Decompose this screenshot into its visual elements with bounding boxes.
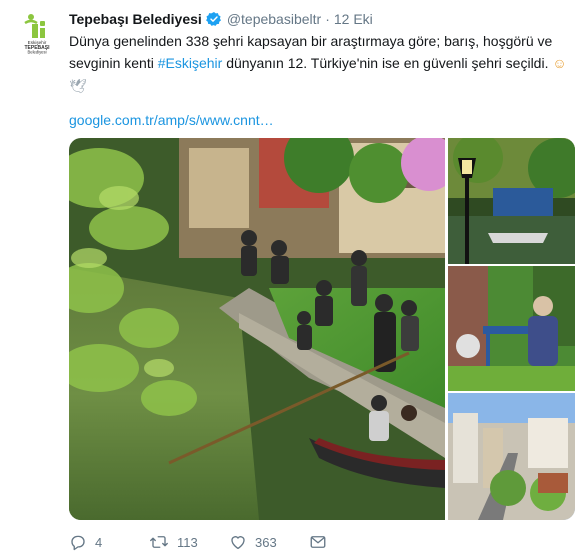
- verified-badge-icon: [205, 11, 222, 27]
- tweet-url-link[interactable]: google.com.tr/amp/s/www.cnnt…: [69, 110, 274, 130]
- smiling-emoji-icon: ☺: [552, 55, 567, 71]
- handle[interactable]: @tepebasibeltr: [227, 11, 321, 27]
- dove-emoji-icon: 🕊: [69, 78, 87, 94]
- photo-thumb-city-aerial[interactable]: [448, 393, 575, 520]
- tweet-text: Dünya genelinden 338 şehri kapsayan bir …: [69, 30, 574, 97]
- message-icon: [310, 536, 326, 548]
- retweet-button[interactable]: 113: [149, 533, 229, 551]
- logo-line3: Belediyesi: [27, 50, 46, 55]
- reply-button[interactable]: 4: [69, 533, 149, 551]
- like-icon: [231, 536, 245, 550]
- timestamp[interactable]: 12 Eki: [334, 11, 373, 27]
- media-grid: [69, 138, 575, 520]
- photo-thumb-lamp-bridge[interactable]: [448, 138, 575, 264]
- reply-icon: [71, 535, 85, 551]
- avatar[interactable]: Eskişehir TEPEBAŞI Belediyesi: [14, 10, 60, 56]
- tweet-text-part2: dünyanın 12. Türkiye'nin ise en güvenli …: [222, 55, 553, 71]
- tweet-actions: 4 113 363: [69, 531, 574, 553]
- display-name[interactable]: Tepebaşı Belediyesi: [69, 11, 202, 27]
- separator-dot: ·: [325, 11, 330, 27]
- hashtag-link[interactable]: #Eskişehir: [158, 55, 223, 71]
- like-button[interactable]: 363: [229, 533, 309, 551]
- tepebasi-logo-icon: Eskişehir TEPEBAŞI Belediyesi: [14, 10, 60, 56]
- retweet-icon: [150, 536, 168, 548]
- direct-message-button[interactable]: [309, 533, 327, 551]
- photo-thumb-bench-couple[interactable]: [448, 266, 575, 391]
- tweet-header: Tepebaşı Belediyesi @tepebasibeltr · 12 …: [69, 9, 574, 29]
- like-count: 363: [255, 534, 277, 550]
- retweet-count: 113: [177, 534, 198, 550]
- reply-count: 4: [95, 534, 103, 550]
- photo-main-canal-gondola[interactable]: [69, 138, 445, 520]
